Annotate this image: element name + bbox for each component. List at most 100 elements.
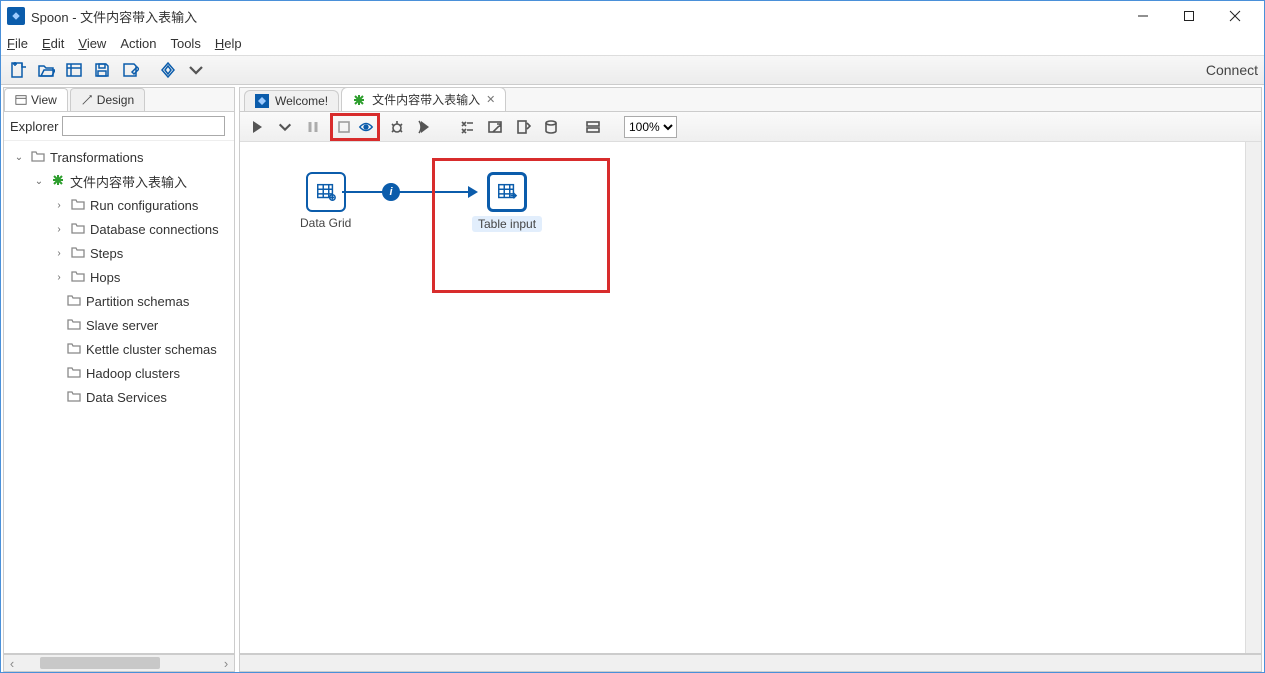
tab-welcome[interactable]: Welcome!	[244, 90, 339, 111]
explore-repo-icon[interactable]	[63, 59, 85, 81]
annotation-highlight-box	[432, 158, 610, 293]
left-panel-horizontal-scrollbar[interactable]: ‹ ›	[3, 654, 235, 672]
tree-label: Transformations	[50, 150, 143, 165]
tree-hops[interactable]: › Hops	[4, 265, 234, 289]
tree-label: Steps	[90, 246, 123, 261]
open-file-icon[interactable]	[35, 59, 57, 81]
tab-label: 文件内容带入表输入	[372, 91, 480, 108]
sql-icon[interactable]	[512, 116, 534, 138]
folder-icon	[70, 220, 86, 239]
tree-steps[interactable]: › Steps	[4, 241, 234, 265]
tree-label: Data Services	[86, 390, 167, 405]
tree-hadoop-clusters[interactable]: Hadoop clusters	[4, 361, 234, 385]
editor-horizontal-scrollbar[interactable]	[239, 654, 1262, 672]
new-file-icon[interactable]	[7, 59, 29, 81]
explore-db-icon[interactable]	[540, 116, 562, 138]
window-title: Spoon - 文件内容带入表输入	[31, 7, 197, 26]
stop-icon[interactable]	[333, 116, 355, 138]
tree-current-transformation[interactable]: ⌄ 文件内容带入表输入	[4, 169, 234, 193]
folder-icon	[70, 244, 86, 263]
step-label: Data Grid	[300, 216, 351, 230]
tab-view[interactable]: View	[4, 88, 68, 111]
tree-data-services[interactable]: Data Services	[4, 385, 234, 409]
tree-kettle-cluster-schemas[interactable]: Kettle cluster schemas	[4, 337, 234, 361]
tree-transformations[interactable]: ⌄ Transformations	[4, 145, 234, 169]
chevron-right-icon[interactable]: ›	[52, 224, 66, 235]
debug-icon[interactable]	[386, 116, 408, 138]
perspectives-icon[interactable]	[157, 59, 179, 81]
folder-icon	[66, 292, 82, 311]
pause-icon[interactable]	[302, 116, 324, 138]
preview-highlight-box	[330, 113, 380, 141]
step-data-grid[interactable]: Data Grid	[300, 172, 351, 230]
transformation-icon	[352, 93, 366, 107]
chevron-down-icon[interactable]: ⌄	[32, 176, 46, 187]
connect-link[interactable]: Connect	[1206, 62, 1258, 78]
tab-current-transformation[interactable]: 文件内容带入表输入 ✕	[341, 87, 506, 111]
tree-label: Hadoop clusters	[86, 366, 180, 381]
tree-database-connections[interactable]: › Database connections	[4, 217, 234, 241]
folder-icon	[70, 268, 86, 287]
perspectives-dropdown-icon[interactable]	[185, 59, 207, 81]
transformation-icon	[50, 172, 66, 191]
titlebar: Spoon - 文件内容带入表输入	[1, 1, 1264, 31]
menu-file[interactable]: File	[7, 36, 28, 51]
folder-icon	[66, 340, 82, 359]
folder-icon	[66, 388, 82, 407]
tree-run-configurations[interactable]: › Run configurations	[4, 193, 234, 217]
menu-view[interactable]: View	[78, 36, 106, 51]
tree-label: 文件内容带入表输入	[70, 172, 187, 191]
run-options-dropdown-icon[interactable]	[274, 116, 296, 138]
chevron-right-icon[interactable]: ›	[52, 200, 66, 211]
zoom-select[interactable]: 100%	[624, 116, 677, 138]
vertical-scrollbar[interactable]	[1245, 142, 1261, 653]
tree-label: Hops	[90, 270, 120, 285]
preview-icon[interactable]	[355, 116, 377, 138]
impact-icon[interactable]	[484, 116, 506, 138]
replay-icon[interactable]	[414, 116, 436, 138]
explorer-tree: ⌄ Transformations ⌄ 文件内容带入表输入 › Run conf…	[4, 141, 234, 653]
menu-action[interactable]: Action	[120, 36, 156, 51]
tree-expand-icon[interactable]	[233, 116, 235, 136]
folder-icon	[66, 316, 82, 335]
tree-label: Run configurations	[90, 198, 198, 213]
tree-label: Slave server	[86, 318, 158, 333]
save-as-icon[interactable]	[119, 59, 141, 81]
tree-label: Partition schemas	[86, 294, 189, 309]
tab-label: Welcome!	[275, 94, 328, 108]
folder-icon	[30, 148, 46, 167]
menubar: File Edit View Action Tools Help	[1, 31, 1264, 55]
menu-tools[interactable]: Tools	[170, 36, 200, 51]
bottom-scrollbars: ‹ ›	[1, 654, 1264, 672]
chevron-down-icon[interactable]: ⌄	[12, 152, 26, 163]
menu-edit[interactable]: Edit	[42, 36, 64, 51]
close-button[interactable]	[1212, 1, 1258, 31]
tab-design[interactable]: Design	[70, 88, 145, 111]
save-icon[interactable]	[91, 59, 113, 81]
main-toolbar: Connect	[1, 55, 1264, 85]
close-tab-icon[interactable]: ✕	[486, 93, 495, 106]
editor-tabs: Welcome! 文件内容带入表输入 ✕	[240, 88, 1261, 112]
tree-partition-schemas[interactable]: Partition schemas	[4, 289, 234, 313]
run-icon[interactable]	[246, 116, 268, 138]
editor-toolbar: 100%	[240, 112, 1261, 142]
minimize-button[interactable]	[1120, 1, 1166, 31]
app-small-icon	[255, 94, 269, 108]
verify-icon[interactable]	[456, 116, 478, 138]
left-panel-tabs: View Design	[4, 88, 234, 112]
explorer-search-input[interactable]	[62, 116, 225, 136]
canvas[interactable]: Data Grid i Table input	[240, 142, 1261, 653]
left-panel: View Design Explorer ⌄ Transformations ⌄	[3, 87, 235, 654]
maximize-button[interactable]	[1166, 1, 1212, 31]
folder-icon	[66, 364, 82, 383]
show-results-icon[interactable]	[582, 116, 604, 138]
tree-slave-server[interactable]: Slave server	[4, 313, 234, 337]
data-grid-icon	[306, 172, 346, 212]
folder-icon	[70, 196, 86, 215]
chevron-right-icon[interactable]: ›	[52, 272, 66, 283]
hop-info-icon[interactable]: i	[382, 183, 400, 201]
tree-label: Kettle cluster schemas	[86, 342, 217, 357]
menu-help[interactable]: Help	[215, 36, 242, 51]
chevron-right-icon[interactable]: ›	[52, 248, 66, 259]
explorer-label: Explorer	[10, 119, 58, 134]
